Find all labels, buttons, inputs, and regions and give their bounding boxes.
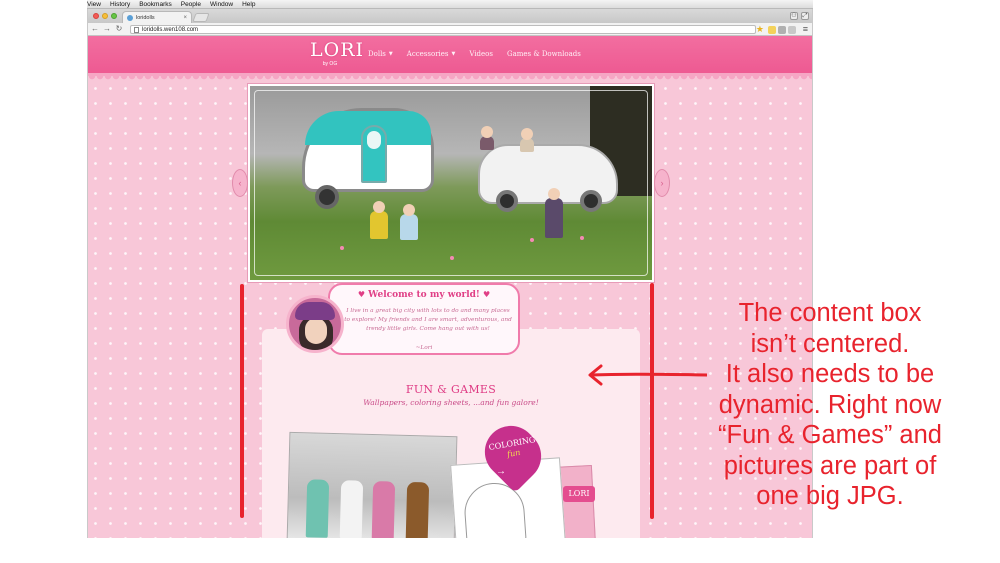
menu-history[interactable]: History — [110, 0, 130, 9]
annotation-line: The content box — [738, 299, 922, 327]
slider-next-icon[interactable]: › — [654, 169, 670, 197]
arrow-right-icon: → — [496, 466, 506, 477]
menu-view[interactable]: View — [87, 0, 101, 9]
reload-icon[interactable]: ↻ — [114, 24, 124, 34]
address-bar[interactable]: loridolls.wen108.com — [130, 25, 756, 34]
tab-close-icon[interactable]: × — [183, 15, 187, 21]
wallpaper-preview-image[interactable] — [286, 431, 458, 538]
welcome-title: ♥ Welcome to my world! ♥ — [357, 289, 491, 300]
nav-label: Games & Downloads — [507, 50, 581, 58]
nav-item-accessories[interactable]: Accessories ▼ — [407, 50, 456, 58]
nav-item-videos[interactable]: Videos — [469, 50, 493, 58]
menu-people[interactable]: People — [181, 0, 201, 9]
mini-logo: LORI — [563, 486, 595, 502]
extension-icon[interactable] — [768, 26, 776, 34]
menu-window[interactable]: Window — [210, 0, 233, 9]
nav-label: Dolls — [368, 50, 386, 58]
hero-slider-image[interactable] — [247, 83, 655, 283]
site-nav-links: Dolls ▼ Accessories ▼ Videos Games & Dow… — [368, 50, 581, 58]
annotation-line: one big JPG. — [756, 482, 904, 510]
forward-arrow-icon[interactable]: → — [102, 24, 112, 34]
extension-icon[interactable] — [788, 26, 796, 34]
logo-wordmark: LORI — [310, 39, 365, 61]
welcome-signature: ~Lori — [415, 345, 433, 351]
screenshot-stage: View History Bookmarks People Window Hel… — [0, 0, 1000, 563]
logo-subtitle: by OG — [322, 61, 338, 67]
lori-avatar — [286, 295, 344, 353]
tab-bar: loridolls × ⚇ ⤢ — [88, 9, 812, 23]
annotation-line: dynamic. Right now — [718, 390, 942, 419]
close-window-button[interactable] — [93, 13, 99, 19]
mac-menubar: View History Bookmarks People Window Hel… — [87, 0, 813, 9]
fun-games-subtitle: Wallpapers, coloring sheets, ...and fun … — [363, 398, 539, 407]
nav-label: Accessories — [406, 50, 449, 58]
fun-games-title: FUN & GAMES — [405, 383, 497, 396]
annotation-line: It also needs to be — [725, 360, 935, 388]
slider-prev-icon[interactable]: ‹ — [232, 169, 248, 197]
annotation-line: pictures are part of — [723, 451, 937, 480]
new-tab-button[interactable] — [192, 13, 210, 22]
caret-down-icon: ▼ — [388, 51, 393, 57]
annotation-line: “Fun & Games” and — [718, 421, 942, 449]
nav-item-dolls[interactable]: Dolls ▼ — [368, 50, 393, 58]
tab-title: loridolls — [136, 14, 155, 21]
nav-item-games-downloads[interactable]: Games & Downloads — [507, 50, 581, 58]
back-arrow-icon[interactable]: ← — [90, 24, 100, 34]
caret-down-icon: ▼ — [451, 51, 456, 57]
annotation-text: The content box isn’t centered. It also … — [660, 298, 1000, 512]
browser-tab[interactable]: loridolls × — [122, 11, 192, 23]
welcome-speech-bubble: ♥ Welcome to my world! ♥ I live in a gre… — [328, 283, 520, 355]
zoom-window-button[interactable] — [111, 13, 117, 19]
heart-icon: ♥ — [483, 289, 491, 299]
minimize-window-button[interactable] — [102, 13, 108, 19]
heart-icon: ♥ — [357, 289, 365, 299]
welcome-body: I live in a great big city with lots to … — [344, 308, 512, 332]
page-icon — [134, 26, 139, 33]
annotation-line: isn’t centered. — [750, 329, 910, 358]
user-profile-icon[interactable]: ⚇ — [790, 12, 798, 20]
bookmark-star-icon[interactable]: ★ — [756, 24, 764, 35]
browser-toolbar: ← → ↻ loridolls.wen108.com ★ ≡ — [88, 23, 812, 36]
favicon-icon — [127, 14, 133, 21]
hero-frame — [254, 90, 648, 276]
annotation-line-right — [650, 283, 654, 519]
extension-icon[interactable] — [778, 26, 786, 34]
site-navbar: LORI by OG Dolls ▼ Accessories ▼ Videos — [88, 36, 812, 80]
hamburger-menu-icon[interactable]: ≡ — [803, 24, 808, 35]
url-text: loridolls.wen108.com — [142, 26, 199, 33]
menu-help[interactable]: Help — [242, 0, 255, 9]
site-logo[interactable]: LORI by OG — [310, 39, 365, 71]
nav-label: Videos — [469, 50, 493, 58]
annotation-line-left — [240, 284, 244, 518]
fullscreen-icon[interactable]: ⤢ — [801, 12, 809, 20]
menu-bookmarks[interactable]: Bookmarks — [139, 0, 172, 9]
